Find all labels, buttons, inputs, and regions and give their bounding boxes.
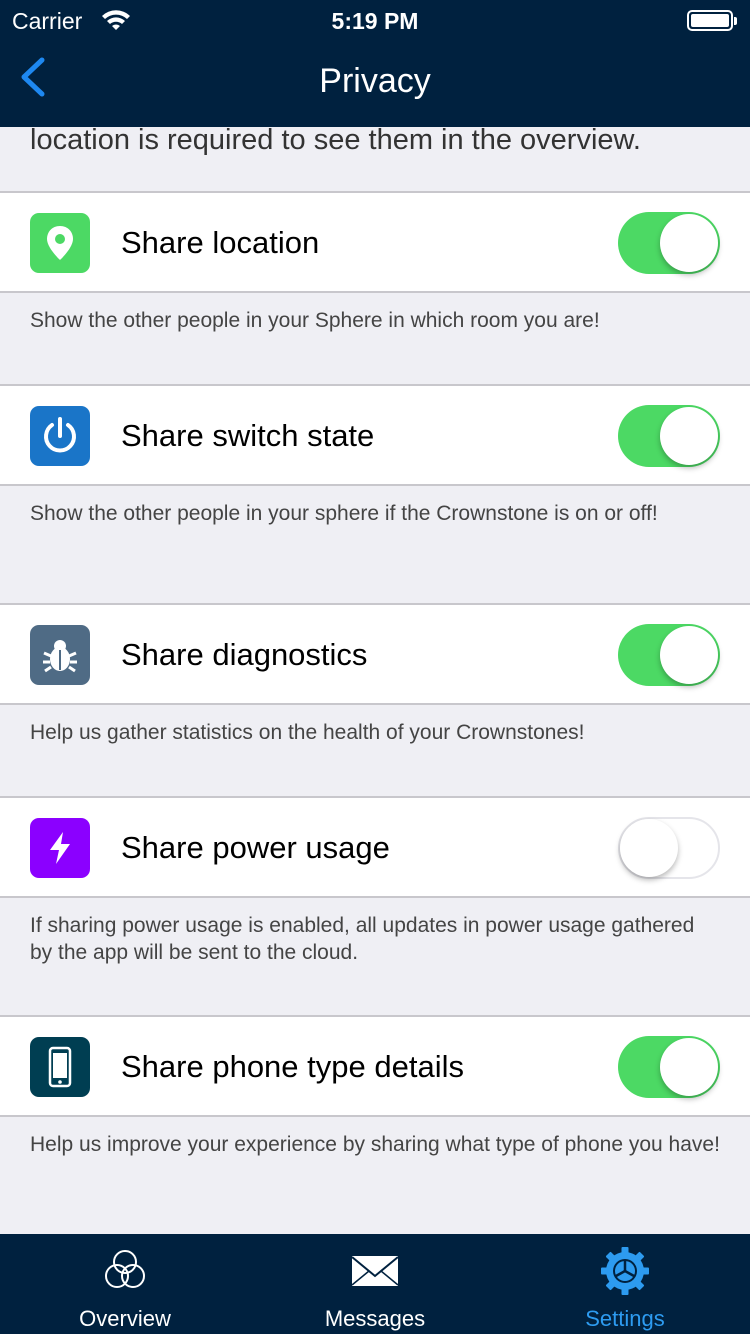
- setting-description: Show the other people in your Sphere in …: [30, 309, 600, 332]
- share-switch-state-toggle[interactable]: [618, 405, 720, 467]
- battery-icon: [687, 10, 737, 31]
- share-diagnostics-toggle[interactable]: [618, 624, 720, 686]
- setting-label: Share phone type details: [121, 1049, 464, 1084]
- tab-overview[interactable]: Overview: [0, 1234, 250, 1334]
- status-time: 5:19 PM: [331, 8, 419, 34]
- setting-label: Share diagnostics: [121, 637, 368, 672]
- phone-icon: [30, 1037, 90, 1097]
- lightning-icon: [30, 818, 90, 878]
- setting-row-share-switch-state: Share switch state: [0, 384, 750, 486]
- envelope-icon: [351, 1256, 399, 1286]
- setting-description: Help us improve your experience by shari…: [30, 1133, 720, 1156]
- location-pin-icon: [30, 213, 90, 273]
- setting-label: Share power usage: [121, 830, 390, 865]
- tab-settings[interactable]: Settings: [500, 1234, 750, 1334]
- tab-label: Messages: [324, 1306, 426, 1331]
- setting-row-share-diagnostics: Share diagnostics: [0, 603, 750, 705]
- share-phone-type-details-toggle[interactable]: [618, 1036, 720, 1098]
- setting-description: Help us gather statistics on the health …: [30, 721, 585, 744]
- page-title: Privacy: [319, 62, 431, 100]
- setting-row-share-location: Share location: [0, 191, 750, 293]
- tab-label: Overview: [79, 1306, 171, 1331]
- gear-icon: [601, 1247, 649, 1295]
- tab-messages[interactable]: Messages: [250, 1234, 500, 1334]
- share-power-usage-toggle[interactable]: [618, 817, 720, 879]
- navigation-header: Carrier 5:19 PM Privacy: [0, 0, 750, 127]
- tab-label: Settings: [585, 1306, 665, 1331]
- share-location-toggle[interactable]: [618, 212, 720, 274]
- setting-description: Show the other people in your sphere if …: [30, 502, 658, 525]
- setting-label: Share switch state: [121, 418, 375, 453]
- intro-text: location is required to see them in the …: [30, 124, 641, 156]
- setting-description: If sharing power usage is enabled, all u…: [30, 914, 695, 964]
- overview-circles-icon: [105, 1250, 145, 1288]
- setting-label: Share location: [121, 225, 320, 260]
- status-bar: Carrier 5:19 PM: [0, 0, 750, 40]
- setting-row-share-power-usage: Share power usage: [0, 796, 750, 898]
- power-icon: [30, 406, 90, 466]
- bug-icon: [30, 625, 90, 685]
- setting-row-share-phone-type-details: Share phone type details: [0, 1015, 750, 1117]
- tab-bar: Overview Messages Settings: [0, 1234, 750, 1334]
